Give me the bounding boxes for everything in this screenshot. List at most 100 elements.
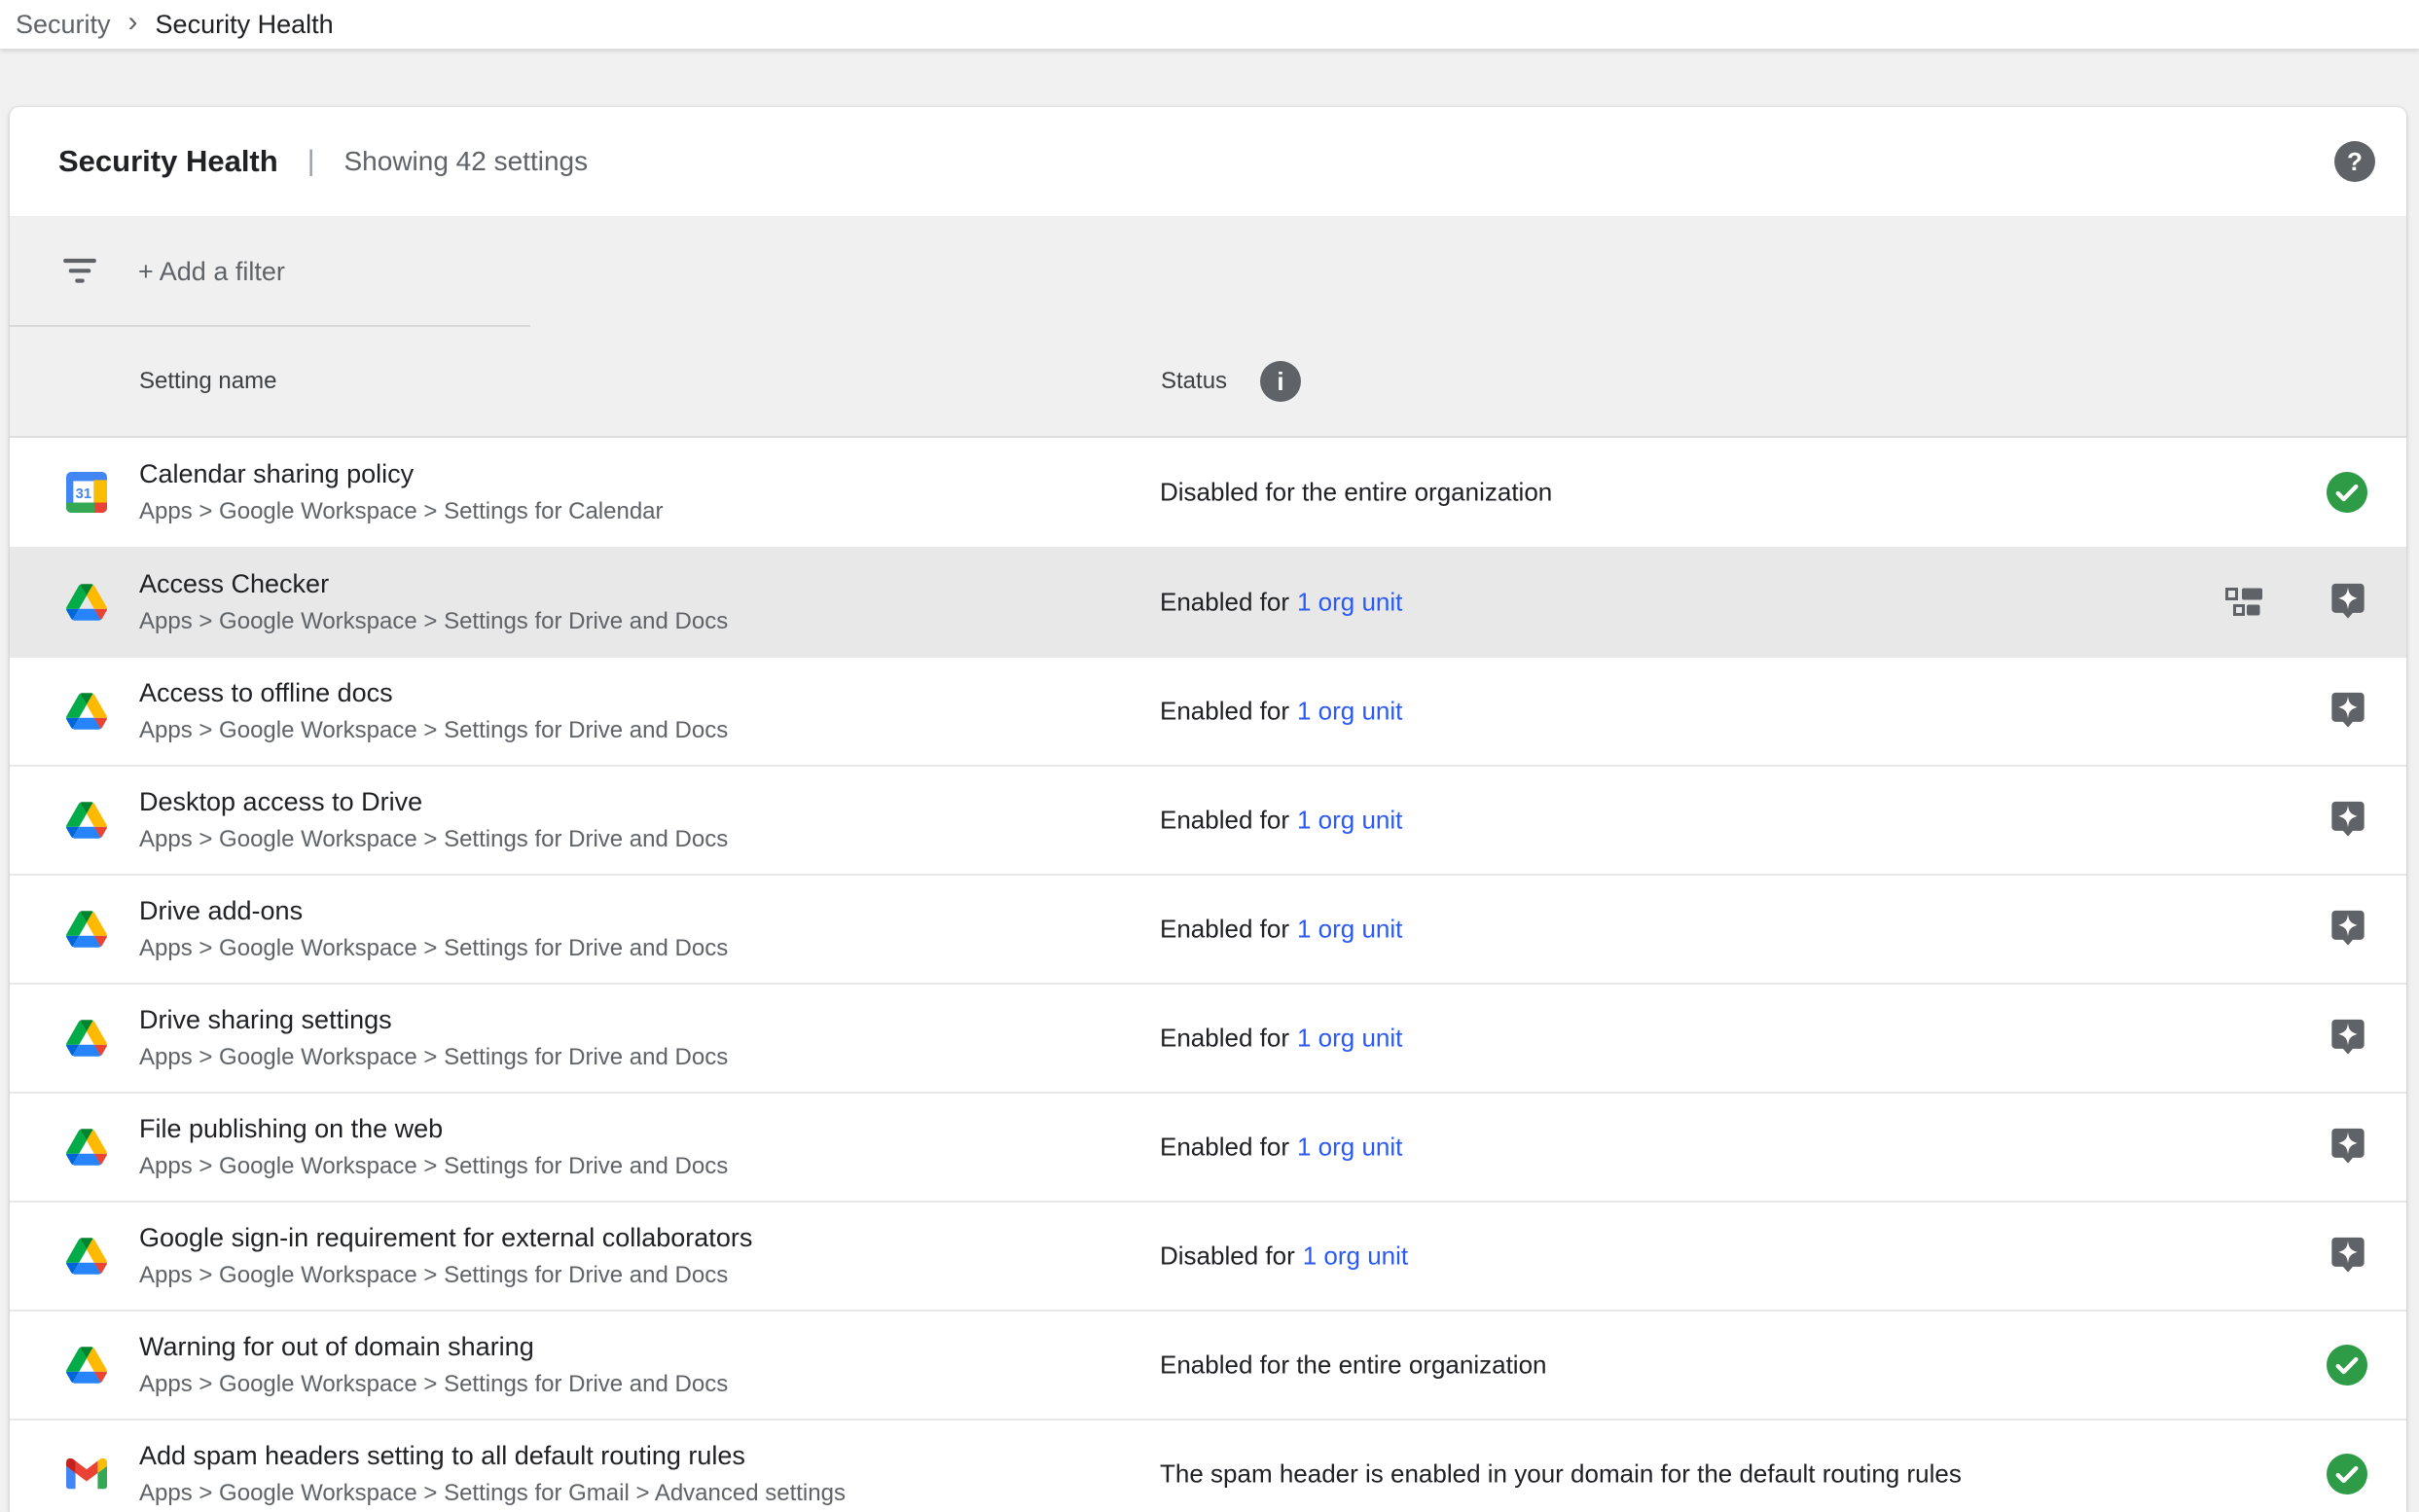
page-card: Security Health | Showing 42 settings ? …: [10, 107, 2406, 1512]
drive-icon-slot: [65, 1126, 108, 1169]
setting-status: Enabled for 1 org unit: [1160, 1024, 1402, 1054]
setting-text: Drive sharing settings Apps > Google Wor…: [139, 1005, 728, 1071]
setting-text: File publishing on the web Apps > Google…: [139, 1114, 728, 1180]
recommendation-icon[interactable]: [2329, 1235, 2367, 1278]
status-ok-icon: [2327, 1454, 2367, 1494]
rule-indicator[interactable]: [2225, 588, 2262, 617]
setting-row[interactable]: Access to offline docs Apps > Google Wor…: [10, 656, 2406, 765]
drive-icon: [66, 911, 107, 948]
setting-row[interactable]: Access Checker Apps > Google Workspace >…: [10, 547, 2406, 656]
breadcrumb-chevron-icon: ›: [128, 8, 138, 37]
add-filter-button[interactable]: + Add a filter: [138, 257, 285, 287]
setting-status: Enabled for 1 org unit: [1160, 697, 1402, 727]
setting-name: Calendar sharing policy: [139, 459, 664, 489]
recommendation-icon[interactable]: [2329, 690, 2367, 734]
rule-icon[interactable]: [2225, 588, 2262, 617]
settings-table-body: 31 Calendar sharing policy Apps > Google…: [10, 438, 2406, 1512]
org-unit-link[interactable]: 1 org unit: [1297, 697, 1402, 726]
setting-text: Warning for out of domain sharing Apps >…: [139, 1332, 728, 1398]
breadcrumb-parent-link[interactable]: Security: [16, 10, 111, 40]
drive-icon-slot: [65, 1017, 108, 1060]
setting-status: Enabled for 1 org unit: [1160, 1133, 1402, 1163]
settings-count: Showing 42 settings: [344, 146, 589, 177]
calendar-icon: 31: [66, 472, 107, 513]
setting-name: Google sign-in requirement for external …: [139, 1223, 752, 1253]
setting-text: Calendar sharing policy Apps > Google Wo…: [139, 459, 664, 525]
drive-icon: [66, 584, 107, 621]
column-header-status: Status: [1161, 368, 1227, 395]
drive-icon-slot: [65, 799, 108, 842]
setting-text: Add spam headers setting to all default …: [139, 1441, 846, 1507]
filter-icon[interactable]: [60, 258, 99, 285]
org-unit-link[interactable]: 1 org unit: [1297, 1133, 1402, 1162]
svg-text:31: 31: [76, 486, 91, 502]
setting-path: Apps > Google Workspace > Settings for D…: [139, 1153, 728, 1180]
recommendation-icon[interactable]: [2329, 1017, 2367, 1061]
status-text: Enabled for: [1160, 1024, 1289, 1053]
drive-icon: [66, 1020, 107, 1057]
recommendation-icon[interactable]: [2329, 799, 2367, 843]
drive-icon: [66, 693, 107, 730]
card-header: Security Health | Showing 42 settings ?: [10, 107, 2406, 216]
setting-row[interactable]: 31 Calendar sharing policy Apps > Google…: [10, 438, 2406, 547]
setting-status: Disabled for1 org unit: [1160, 1242, 1408, 1272]
setting-status: Enabled for 1 org unit: [1160, 806, 1402, 836]
status-text: Enabled for: [1160, 915, 1289, 944]
setting-row[interactable]: File publishing on the web Apps > Google…: [10, 1092, 2406, 1201]
status-indicator: [2329, 908, 2367, 952]
page-title: Security Health: [58, 144, 278, 179]
setting-row[interactable]: Google sign-in requirement for external …: [10, 1201, 2406, 1310]
setting-name: Drive add-ons: [139, 896, 728, 926]
recommendation-icon[interactable]: [2329, 581, 2367, 625]
org-unit-link[interactable]: 1 org unit: [1303, 1242, 1408, 1271]
status-ok-icon: [2327, 1345, 2367, 1386]
setting-path: Apps > Google Workspace > Settings for C…: [139, 498, 664, 525]
drive-icon-slot: [65, 581, 108, 624]
status-info-icon[interactable]: i: [1260, 361, 1301, 402]
recommendation-icon[interactable]: [2329, 1126, 2367, 1170]
setting-status: The spam header is enabled in your domai…: [1160, 1459, 1962, 1490]
drive-icon: [66, 1129, 107, 1166]
drive-icon: [66, 1238, 107, 1275]
title-divider: |: [307, 145, 315, 178]
status-text: Enabled for: [1160, 806, 1289, 835]
help-icon[interactable]: ?: [2334, 141, 2375, 182]
recommendation-icon[interactable]: [2329, 908, 2367, 952]
setting-path: Apps > Google Workspace > Settings for G…: [139, 1480, 846, 1507]
drive-icon-slot: [65, 1344, 108, 1386]
setting-row[interactable]: Drive sharing settings Apps > Google Wor…: [10, 983, 2406, 1092]
setting-path: Apps > Google Workspace > Settings for D…: [139, 1371, 728, 1398]
status-indicator: [2327, 1345, 2367, 1386]
setting-name: Access Checker: [139, 569, 728, 599]
setting-name: Desktop access to Drive: [139, 787, 728, 817]
status-indicator: [2327, 1454, 2367, 1494]
gmail-icon-slot: [65, 1453, 108, 1495]
table-header-row: Setting name Status i: [10, 327, 2406, 438]
setting-text: Desktop access to Drive Apps > Google Wo…: [139, 787, 728, 853]
setting-path: Apps > Google Workspace > Settings for D…: [139, 717, 728, 744]
status-text: Enabled for: [1160, 588, 1289, 617]
setting-row[interactable]: Desktop access to Drive Apps > Google Wo…: [10, 765, 2406, 874]
filter-bar: + Add a filter: [10, 216, 2406, 327]
setting-path: Apps > Google Workspace > Settings for D…: [139, 608, 728, 635]
org-unit-link[interactable]: 1 org unit: [1297, 588, 1402, 617]
setting-name: Access to offline docs: [139, 678, 728, 708]
setting-name: Add spam headers setting to all default …: [139, 1441, 846, 1471]
org-unit-link[interactable]: 1 org unit: [1297, 915, 1402, 944]
status-indicator: [2329, 799, 2367, 843]
status-text: Enabled for: [1160, 1133, 1289, 1162]
org-unit-link[interactable]: 1 org unit: [1297, 1024, 1402, 1053]
status-text: The spam header is enabled in your domai…: [1160, 1459, 1962, 1489]
setting-row[interactable]: Drive add-ons Apps > Google Workspace > …: [10, 874, 2406, 983]
breadcrumb: Security › Security Health: [0, 0, 2419, 49]
status-indicator: [2329, 1235, 2367, 1278]
org-unit-link[interactable]: 1 org unit: [1297, 806, 1402, 835]
setting-row[interactable]: Add spam headers setting to all default …: [10, 1419, 2406, 1512]
status-indicator: [2329, 1126, 2367, 1170]
status-text: Enabled for: [1160, 697, 1289, 726]
column-header-setting-name: Setting name: [139, 368, 276, 395]
status-text: Enabled for the entire organization: [1160, 1350, 1547, 1380]
setting-row[interactable]: Warning for out of domain sharing Apps >…: [10, 1310, 2406, 1419]
status-indicator: [2327, 472, 2367, 513]
setting-status: Enabled for 1 org unit: [1160, 915, 1402, 945]
